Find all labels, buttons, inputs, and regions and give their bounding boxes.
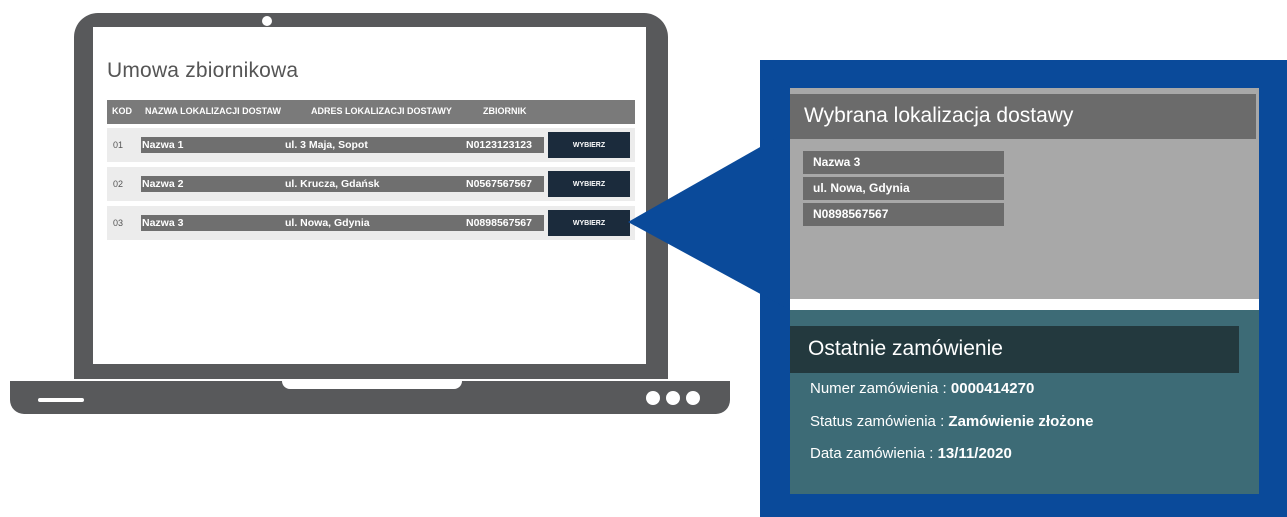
- order-number-value: 0000414270: [950, 380, 1035, 397]
- last-order-header: Ostatnie zamówienie: [790, 326, 1239, 373]
- order-status-value: Zamówienie złożone: [948, 413, 1094, 430]
- order-date-label: Data zamówienia :: [810, 445, 938, 462]
- order-status-line: Status zamówienia : Zamówienie złożone: [810, 413, 1093, 430]
- last-order-title: Ostatnie zamówienie: [808, 337, 1003, 360]
- selected-tank: N0898567567: [813, 207, 889, 221]
- order-number-line: Numer zamówienia : 0000414270: [810, 380, 1034, 397]
- selected-location-header: Wybrana lokalizacja dostawy: [790, 94, 1256, 139]
- order-date-value: 13/11/2020: [937, 445, 1012, 462]
- selected-name-box: Nazwa 3: [803, 151, 1004, 174]
- selected-tank-box: N0898567567: [803, 203, 1004, 226]
- selected-location-title: Wybrana lokalizacja dostawy: [804, 104, 1074, 127]
- selected-address: ul. Nowa, Gdynia: [813, 181, 910, 195]
- order-status-label: Status zamówienia :: [810, 413, 949, 430]
- selected-address-box: ul. Nowa, Gdynia: [803, 177, 1004, 200]
- selected-name: Nazwa 3: [813, 155, 861, 169]
- order-number-label: Numer zamówienia :: [810, 380, 951, 397]
- panel-divider: [790, 299, 1259, 310]
- order-date-line: Data zamówienia : 13/11/2020: [810, 445, 1012, 462]
